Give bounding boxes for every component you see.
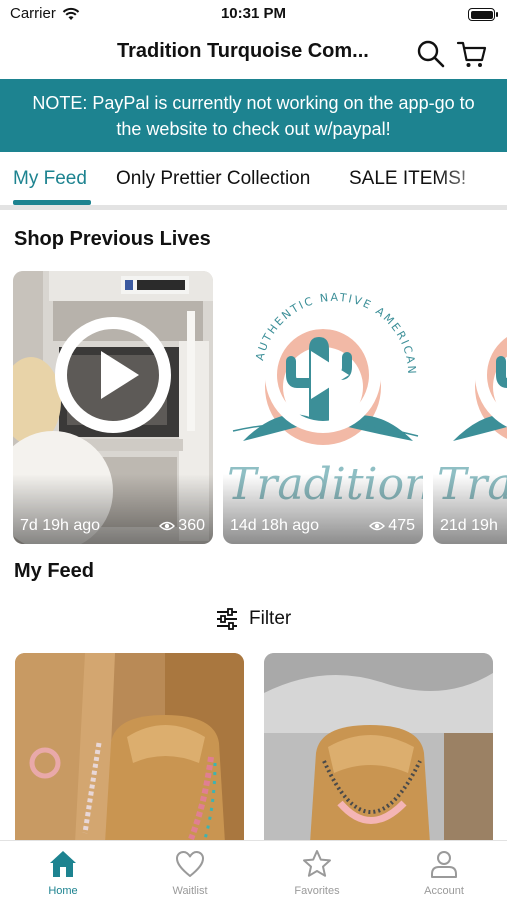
active-tab-indicator	[13, 200, 91, 205]
previous-lives-carousel[interactable]: 7d 19h ago 360 AUTHENTIC NATIVE AMERICAN…	[0, 271, 507, 545]
play-icon	[475, 323, 507, 427]
nav-home-label: Home	[48, 885, 78, 897]
feed-section-title: My Feed	[14, 560, 95, 582]
live-view-count: 475	[369, 517, 415, 535]
store-title: Tradition Turquoise Com...	[117, 40, 369, 62]
tab-only-prettier-collection[interactable]: Only Prettier Collection	[116, 168, 310, 190]
bottom-tab-bar: Home Waitlist Favorites Account	[0, 840, 507, 900]
product-image	[15, 653, 244, 843]
eye-icon	[159, 521, 176, 531]
live-video-card[interactable]: AUTHENTIC NATIVE AMERICAN MADE Tradition…	[223, 271, 423, 544]
live-video-card[interactable]: 7d 19h ago 360	[13, 271, 213, 544]
tabs-fade	[437, 152, 507, 205]
home-icon	[50, 851, 76, 877]
star-icon	[303, 850, 331, 877]
nav-account-label: Account	[424, 885, 464, 897]
nav-account[interactable]: Account	[381, 841, 507, 900]
cart-button[interactable]	[456, 38, 488, 70]
live-time-ago: 14d 18h ago	[230, 517, 319, 534]
nav-favorites[interactable]: Favorites	[254, 841, 380, 900]
eye-icon	[369, 521, 386, 531]
live-views-value: 475	[388, 517, 415, 534]
play-icon	[265, 317, 381, 433]
search-icon	[417, 40, 445, 68]
product-card[interactable]	[15, 653, 244, 843]
battery-icon	[468, 8, 498, 21]
live-video-card[interactable]: Tradition 21d 19h	[433, 271, 507, 544]
lives-section-title: Shop Previous Lives	[14, 228, 211, 250]
status-bar: Carrier 10:31 PM	[0, 0, 507, 30]
filter-label: Filter	[249, 608, 292, 629]
heart-icon	[176, 851, 204, 877]
nav-waitlist[interactable]: Waitlist	[127, 841, 253, 900]
filter-icon	[217, 608, 237, 630]
collection-tabs: My Feed Only Prettier Collection SALE IT…	[0, 152, 507, 210]
paypal-notice-banner: NOTE: PayPal is currently not working on…	[0, 79, 507, 152]
person-icon	[431, 851, 457, 878]
status-time: 10:31 PM	[220, 5, 287, 22]
product-image	[264, 653, 493, 843]
live-time-ago: 7d 19h ago	[20, 517, 101, 534]
play-icon	[55, 317, 171, 433]
live-view-count: 360	[159, 517, 205, 535]
search-button[interactable]	[415, 38, 447, 70]
filter-button[interactable]: Filter	[215, 605, 291, 633]
product-card[interactable]	[264, 653, 493, 843]
notice-line-2: the website to check out w/paypal!	[116, 119, 391, 139]
app-header: Tradition Turquoise Com...	[0, 30, 507, 78]
nav-waitlist-label: Waitlist	[172, 885, 208, 897]
notice-line-1: NOTE: PayPal is currently not working on…	[32, 93, 475, 113]
nav-favorites-label: Favorites	[294, 885, 340, 897]
tab-my-feed[interactable]: My Feed	[13, 168, 87, 190]
cart-icon	[456, 41, 487, 67]
live-views-value: 360	[178, 517, 205, 534]
nav-home[interactable]: Home	[0, 841, 126, 900]
live-time-ago: 21d 19h	[440, 517, 498, 534]
